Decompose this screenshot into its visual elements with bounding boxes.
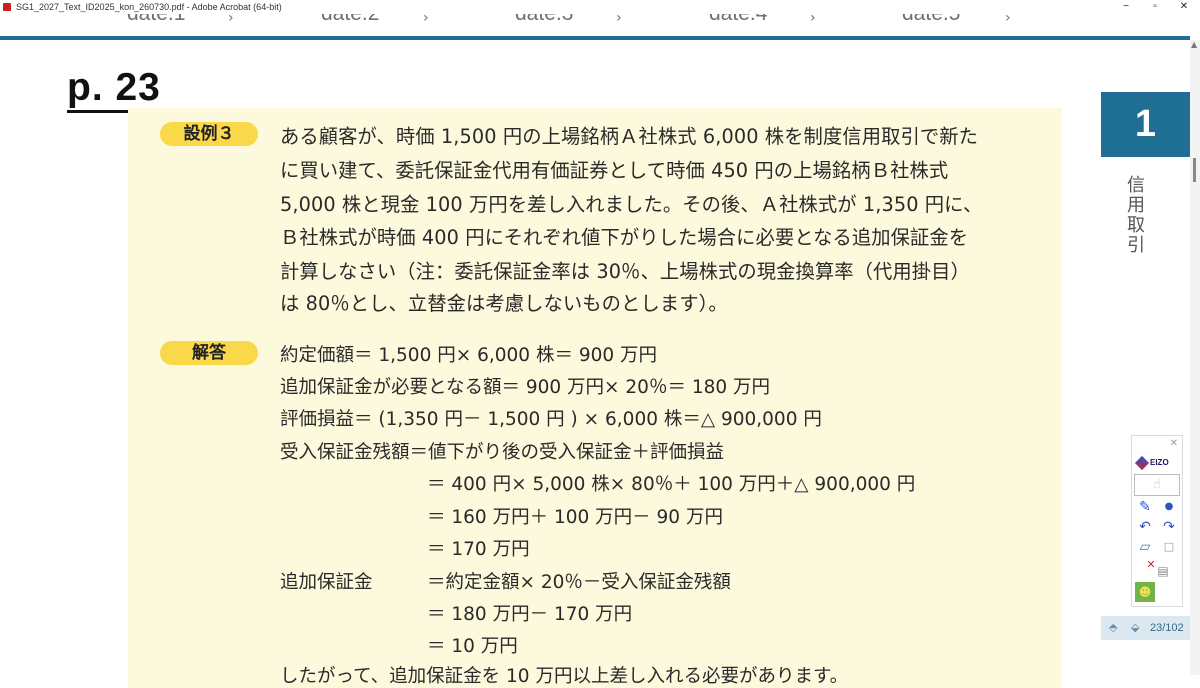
- acrobat-icon: [3, 3, 11, 11]
- chevron-right-icon: ›: [228, 14, 234, 26]
- answer-line: 追加保証金: [280, 572, 373, 593]
- answer-line: ＝ 180 万円－ 170 万円: [427, 604, 633, 625]
- answer-line: したがって、追加保証金を 10 万円以上差し入れる必要があります。: [280, 666, 849, 687]
- date-nav: date.1 › date.2 › date.3 › date.4 › date…: [0, 14, 1200, 36]
- pen-icon[interactable]: ✎: [1136, 498, 1154, 516]
- answer-line: ＝約定金額× 20％－受入保証金残額: [427, 572, 731, 593]
- problem-line: に買い建て、委託保証金代用有価証券として時価 450 円の上場銘柄Ｂ社株式: [280, 159, 949, 182]
- window-title-bar: SG1_2027_Text_ID2025_kon_260730.pdf - Ad…: [0, 0, 1200, 14]
- eizo-logo: EIZO: [1134, 455, 1178, 471]
- chevron-right-icon: ›: [1005, 14, 1011, 26]
- undo-icon[interactable]: ↶: [1136, 518, 1154, 536]
- dot-icon[interactable]: ●: [1160, 498, 1178, 516]
- answer-line: 約定価額＝ 1,500 円× 6,000 株＝ 900 万円: [280, 345, 658, 366]
- scroll-thumb[interactable]: [1193, 158, 1196, 182]
- date-tab-3[interactable]: date.3: [515, 14, 573, 26]
- close-button[interactable]: ✕: [1171, 0, 1197, 14]
- answer-line: ＝ 400 円× 5,000 株× 80％＋ 100 万円＋△ 900,000 …: [427, 474, 916, 495]
- scroll-up-icon[interactable]: ▲: [1191, 40, 1197, 49]
- answer-label: 解答: [160, 341, 258, 365]
- page-count: 23/102: [1150, 622, 1184, 634]
- page-indicator: ⬘ ⬙ 23/102: [1101, 616, 1190, 640]
- eizo-brand: EIZO: [1150, 458, 1169, 467]
- problem-label: 設例３: [160, 122, 258, 146]
- doc-icon[interactable]: ▤: [1154, 562, 1172, 580]
- date-tab-4[interactable]: date.4: [709, 14, 767, 26]
- date-tab-5[interactable]: date.5: [902, 14, 960, 26]
- minimize-button[interactable]: −: [1113, 0, 1139, 14]
- eizo-mark-icon: [1134, 455, 1150, 471]
- date-tab-1[interactable]: date.1: [127, 14, 185, 26]
- app-icon[interactable]: ☻: [1135, 582, 1155, 602]
- prev-page-icon[interactable]: ⬘: [1109, 616, 1117, 640]
- answer-line: 追加保証金が必要となる額＝ 900 万円× 20％＝ 180 万円: [280, 377, 771, 398]
- maximize-button[interactable]: ▫: [1142, 0, 1168, 14]
- answer-line: ＝ 160 万円＋ 100 万円－ 90 万円: [427, 507, 723, 528]
- answer-line: ＝ 170 万円: [427, 539, 530, 560]
- chevron-right-icon: ›: [810, 14, 816, 26]
- window-title: SG1_2027_Text_ID2025_kon_260730.pdf - Ad…: [16, 2, 282, 12]
- answer-line: 評価損益＝ (1,350 円－ 1,500 円 ) × 6,000 株＝△ 90…: [280, 409, 822, 430]
- annotation-palette: ✕ EIZO ☝ ✎ ● ↶ ↷ ▱ □ ✕ ▤ ☻: [1131, 435, 1183, 607]
- problem-line: 計算しなさい（注：委託保証金率は 30％、上場株式の現金換算率（代用掛目）: [280, 260, 970, 283]
- redo-icon[interactable]: ↷: [1160, 518, 1178, 536]
- problem-line: 5,000 株と現金 100 万円を差し入れました。その後、Ａ社株式が 1,35…: [280, 193, 983, 216]
- hand-icon[interactable]: ☝: [1134, 474, 1180, 496]
- next-page-icon[interactable]: ⬙: [1131, 616, 1139, 640]
- chevron-right-icon: ›: [616, 14, 622, 26]
- problem-line: Ｂ社株式が時価 400 円にそれぞれ値下がりした場合に必要となる追加保証金を: [280, 226, 969, 249]
- problem-line: ある顧客が、時価 1,500 円の上場銘柄Ａ社株式 6,000 株を制度信用取引…: [280, 125, 978, 148]
- problem-line: は 80％とし、立替金は考慮しないものとします）。: [280, 292, 728, 315]
- answer-line: ＝ 10 万円: [427, 636, 518, 657]
- chevron-right-icon: ›: [423, 14, 429, 26]
- date-tab-2[interactable]: date.2: [321, 14, 379, 26]
- page-number-heading: p. 23: [67, 66, 161, 113]
- chapter-number: 1: [1101, 92, 1190, 157]
- square-icon[interactable]: □: [1160, 538, 1178, 556]
- answer-line: 受入保証金残額＝値下がり後の受入保証金＋評価損益: [280, 442, 725, 463]
- vertical-scrollbar[interactable]: [1190, 40, 1200, 675]
- eraser-icon[interactable]: ▱: [1136, 538, 1154, 556]
- palette-close-button[interactable]: ✕: [1170, 438, 1178, 449]
- chapter-label: 信用取引: [1127, 175, 1145, 256]
- header-divider: [0, 36, 1190, 40]
